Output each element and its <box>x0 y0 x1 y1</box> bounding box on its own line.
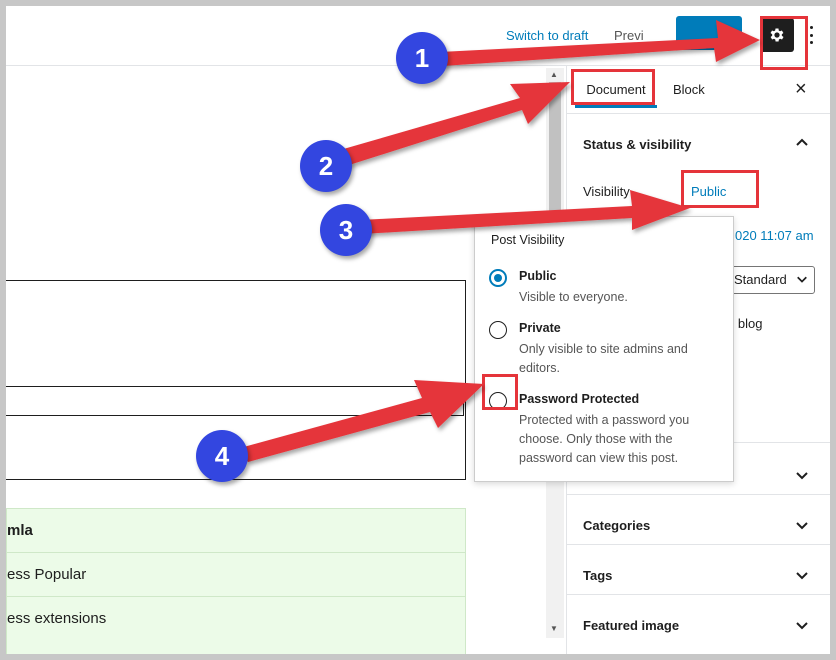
dot <box>809 41 813 44</box>
close-icon[interactable]: × <box>795 78 807 101</box>
annotation-badge-3: 3 <box>320 204 372 256</box>
scroll-down-icon[interactable]: ▼ <box>550 624 558 633</box>
switch-to-draft-link[interactable]: Switch to draft <box>506 28 588 43</box>
chevron-up-icon[interactable] <box>795 136 809 150</box>
option-description: Only visible to site admins and editors. <box>519 342 688 375</box>
option-label: Public <box>519 269 557 283</box>
app-window: Switch to draft Previ mla ess Popular es… <box>6 6 830 654</box>
green-table-block[interactable]: mla ess Popular ess extensions <box>6 508 466 654</box>
table-row[interactable]: ess extensions <box>7 597 465 641</box>
option-description: Protected with a password you choose. On… <box>519 413 690 465</box>
tab-block[interactable]: Block <box>673 82 705 97</box>
preview-link[interactable]: Previ <box>614 28 644 43</box>
editor-canvas[interactable]: mla ess Popular ess extensions <box>6 66 546 654</box>
panel-status-visibility-title[interactable]: Status & visibility <box>583 137 691 152</box>
post-format-value: Standard <box>734 272 787 287</box>
option-label: Password Protected <box>519 392 640 406</box>
publish-button[interactable] <box>676 16 742 50</box>
post-visibility-popover: Post Visibility Public Visible to everyo… <box>474 216 734 482</box>
table-row[interactable]: mla <box>7 509 465 553</box>
option-label: Private <box>519 321 561 335</box>
radio-private[interactable] <box>489 321 507 339</box>
option-description: Visible to everyone. <box>519 290 628 304</box>
divider <box>567 494 830 495</box>
highlight-box-gear <box>760 16 808 70</box>
chevron-down-icon <box>797 276 807 283</box>
scroll-up-icon[interactable]: ▲ <box>550 70 558 79</box>
panel-categories-title[interactable]: Categories <box>583 518 650 533</box>
annotation-badge-2: 2 <box>300 140 352 192</box>
radio-public[interactable] <box>489 269 507 287</box>
popover-title: Post Visibility <box>491 233 565 247</box>
chevron-down-icon[interactable] <box>795 618 809 632</box>
chevron-down-icon[interactable] <box>795 468 809 482</box>
chevron-down-icon[interactable] <box>795 518 809 532</box>
panel-tags-title[interactable]: Tags <box>583 568 612 583</box>
post-format-select[interactable]: Standard <box>727 266 815 294</box>
dot <box>809 26 813 29</box>
divider <box>567 594 830 595</box>
publish-date-link[interactable]: 020 11:07 am <box>735 228 814 243</box>
sidebar-tabs: Document Block × <box>567 66 830 114</box>
divider <box>567 544 830 545</box>
table-row[interactable]: ess Popular <box>7 553 465 597</box>
dot <box>809 33 813 37</box>
highlight-box-document <box>571 69 655 105</box>
panel-featured-image-title[interactable]: Featured image <box>583 618 679 633</box>
annotation-badge-4: 4 <box>196 430 248 482</box>
highlight-box-password-radio <box>482 374 518 410</box>
annotation-badge-1: 1 <box>396 32 448 84</box>
chevron-down-icon[interactable] <box>795 568 809 582</box>
table-row-block[interactable] <box>6 386 464 416</box>
highlight-box-visibility <box>681 170 759 208</box>
visibility-label: Visibility <box>583 184 630 199</box>
